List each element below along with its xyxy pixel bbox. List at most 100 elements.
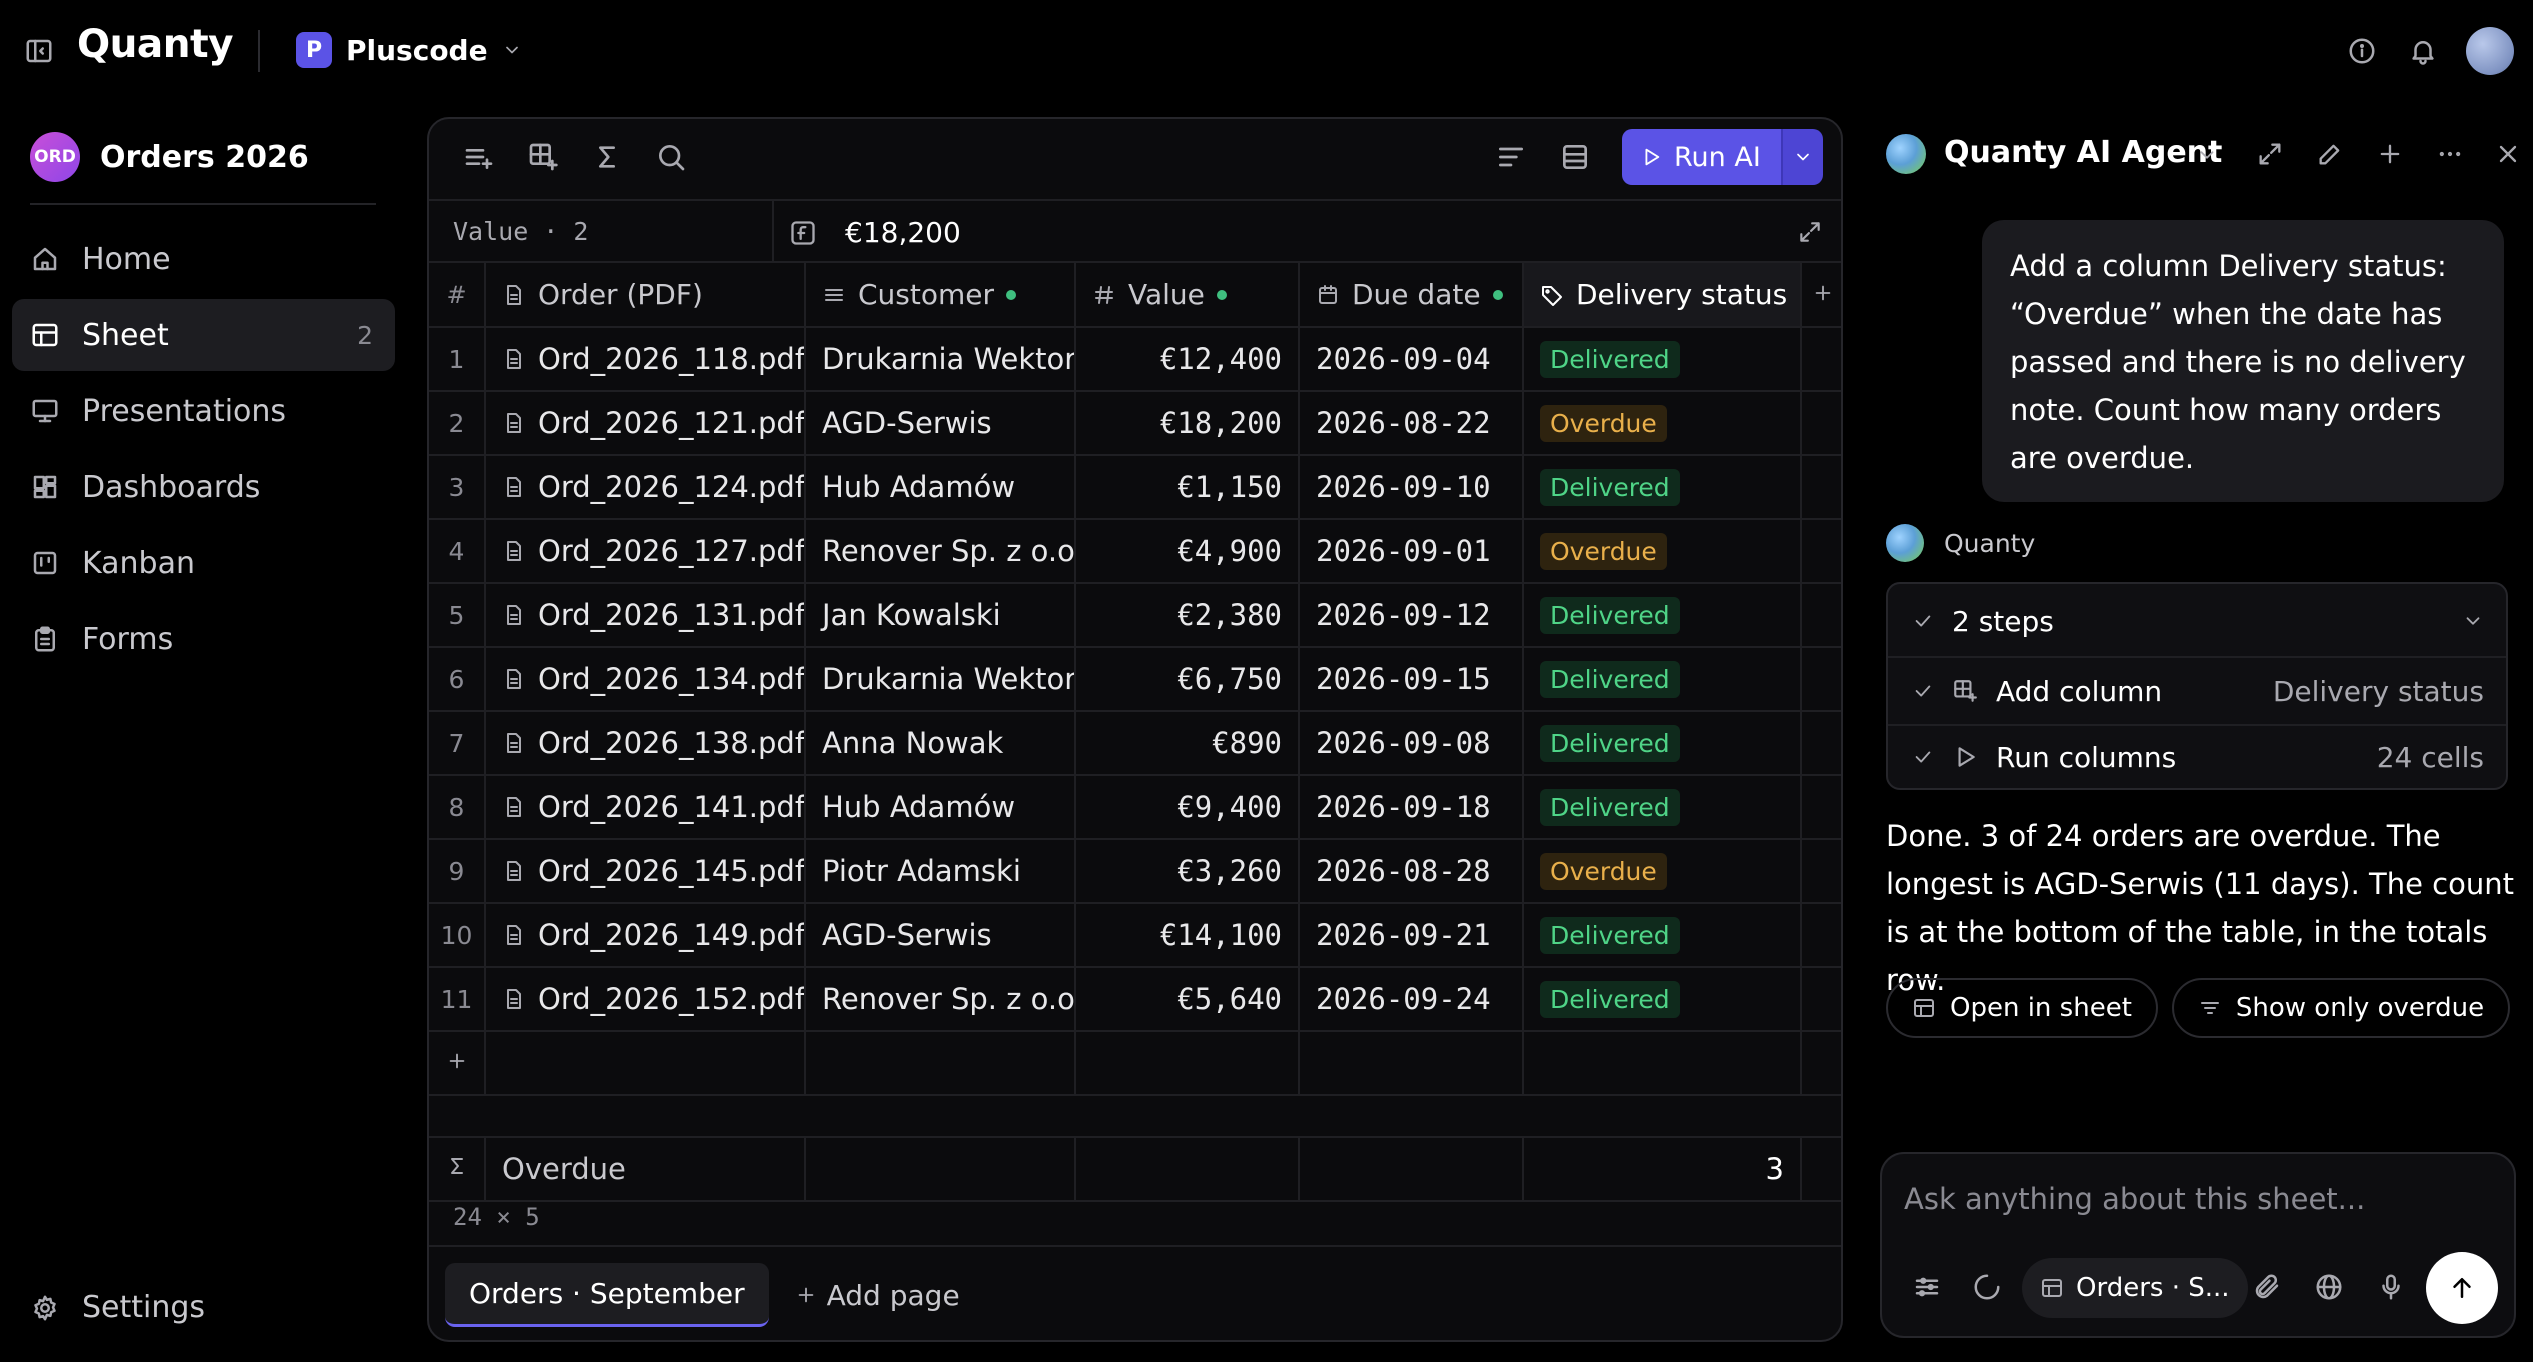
sidebar-toggle-icon[interactable] xyxy=(24,36,54,66)
customer-cell[interactable]: Anna Nowak xyxy=(805,711,1076,776)
table-row[interactable]: 8 Ord_2026_141.pdf Hub Adamów €9,400 2026-09… xyxy=(429,775,1841,840)
tab-orders-september[interactable]: Orders · September xyxy=(445,1263,769,1327)
column-header-customer[interactable]: Customer xyxy=(805,263,1076,328)
order-cell[interactable]: Ord_2026_138.pdf xyxy=(485,711,806,776)
table-row[interactable]: 3 Ord_2026_124.pdf Hub Adamów €1,150 2026-09… xyxy=(429,455,1841,520)
table-row[interactable]: 9 Ord_2026_145.pdf Piotr Adamski €3,260 2026… xyxy=(429,839,1841,904)
run-ai-button[interactable]: Run AI xyxy=(1622,129,1781,185)
sidebar-item-sheet[interactable]: Sheet 2 xyxy=(12,299,395,371)
globe-icon[interactable] xyxy=(2314,1272,2344,1302)
customer-cell[interactable]: Renover Sp. z o.o. xyxy=(805,967,1076,1032)
context-chip[interactable]: Orders · S... xyxy=(2022,1258,2248,1318)
add-row[interactable] xyxy=(429,1031,1841,1096)
customer-cell[interactable]: Hub Adamów xyxy=(805,775,1076,840)
agent-title[interactable]: Quanty AI Agent xyxy=(1944,135,2222,170)
send-button[interactable] xyxy=(2426,1252,2498,1324)
project-header[interactable]: ORD Orders 2026 xyxy=(30,132,309,182)
due-date-cell[interactable]: 2026-09-24 xyxy=(1299,967,1524,1032)
due-date-cell[interactable]: 2026-09-01 xyxy=(1299,519,1524,584)
add-column-button[interactable] xyxy=(1801,263,1841,328)
value-cell[interactable]: €9,400 xyxy=(1075,775,1300,840)
column-header-due-date[interactable]: Due date xyxy=(1299,263,1524,328)
delivery-status-cell[interactable]: Delivered xyxy=(1523,327,1802,392)
value-cell[interactable]: €14,100 xyxy=(1075,903,1300,968)
show-only-overdue-button[interactable]: Show only overdue xyxy=(2171,978,2511,1038)
sigma-icon[interactable] xyxy=(591,141,623,173)
table-row[interactable]: 5 Ord_2026_131.pdf Jan Kowalski €2,380 2026-… xyxy=(429,583,1841,648)
sidebar-item-home[interactable]: Home xyxy=(12,223,395,295)
workspace-switcher[interactable]: P Pluscode xyxy=(296,32,522,68)
layout-icon[interactable] xyxy=(1559,141,1591,173)
paperclip-icon[interactable] xyxy=(2252,1272,2282,1302)
order-cell[interactable]: Ord_2026_149.pdf xyxy=(485,903,806,968)
add-row-icon[interactable] xyxy=(463,141,495,173)
order-cell[interactable]: Ord_2026_121.pdf xyxy=(485,391,806,456)
sort-icon[interactable] xyxy=(1495,141,1527,173)
steps-summary[interactable]: 2 steps xyxy=(1888,588,2506,654)
order-cell[interactable]: Ord_2026_134.pdf xyxy=(485,647,806,712)
customer-cell[interactable]: AGD-Serwis xyxy=(805,903,1076,968)
due-date-cell[interactable]: 2026-09-15 xyxy=(1299,647,1524,712)
delivery-status-cell[interactable]: Delivered xyxy=(1523,775,1802,840)
value-cell[interactable]: €18,200 xyxy=(1075,391,1300,456)
sidebar-item-kanban[interactable]: Kanban xyxy=(12,527,395,599)
formula-value[interactable]: €18,200 xyxy=(845,216,961,249)
sidebar-item-dashboards[interactable]: Dashboards xyxy=(12,451,395,523)
delivery-status-cell[interactable]: Overdue xyxy=(1523,839,1802,904)
open-in-sheet-button[interactable]: Open in sheet xyxy=(1886,978,2158,1038)
order-cell[interactable]: Ord_2026_124.pdf xyxy=(485,455,806,520)
order-cell[interactable]: Ord_2026_145.pdf xyxy=(485,839,806,904)
edit-icon[interactable] xyxy=(2316,140,2344,168)
sidebar-item-presentations[interactable]: Presentations xyxy=(12,375,395,447)
chevron-down-icon[interactable] xyxy=(2196,144,2218,166)
table-row[interactable]: 2 Ord_2026_121.pdf AGD-Serwis €18,200 2026-0… xyxy=(429,391,1841,456)
due-date-cell[interactable]: 2026-08-28 xyxy=(1299,839,1524,904)
value-cell[interactable]: €12,400 xyxy=(1075,327,1300,392)
value-cell[interactable]: €5,640 xyxy=(1075,967,1300,1032)
due-date-cell[interactable]: 2026-09-18 xyxy=(1299,775,1524,840)
due-date-cell[interactable]: 2026-09-10 xyxy=(1299,455,1524,520)
delivery-status-cell[interactable]: Delivered xyxy=(1523,903,1802,968)
user-avatar[interactable] xyxy=(2466,27,2514,75)
plus-icon[interactable] xyxy=(2376,140,2404,168)
table-row[interactable]: 4 Ord_2026_127.pdf Renover Sp. z o.o. €4,90… xyxy=(429,519,1841,584)
customer-cell[interactable]: Piotr Adamski xyxy=(805,839,1076,904)
value-cell[interactable]: €3,260 xyxy=(1075,839,1300,904)
due-date-cell[interactable]: 2026-09-21 xyxy=(1299,903,1524,968)
table-row[interactable]: 1 Ord_2026_118.pdf Drukarnia Wektor €12,400… xyxy=(429,327,1841,392)
column-header-value[interactable]: Value xyxy=(1075,263,1300,328)
delivery-status-cell[interactable]: Delivered xyxy=(1523,711,1802,776)
bell-icon[interactable] xyxy=(2408,36,2438,66)
add-column-icon[interactable] xyxy=(527,141,559,173)
sliders-icon[interactable] xyxy=(1912,1272,1942,1302)
add-page-button[interactable]: Add page xyxy=(795,1279,960,1312)
expand-icon[interactable] xyxy=(1797,219,1823,245)
order-cell[interactable]: Ord_2026_118.pdf xyxy=(485,327,806,392)
value-cell[interactable]: €4,900 xyxy=(1075,519,1300,584)
sidebar-item-forms[interactable]: Forms xyxy=(12,603,395,675)
delivery-status-cell[interactable]: Overdue xyxy=(1523,519,1802,584)
run-ai-dropdown[interactable] xyxy=(1780,129,1823,185)
delivery-status-cell[interactable]: Overdue xyxy=(1523,391,1802,456)
table-row[interactable]: 7 Ord_2026_138.pdf Anna Nowak €890 2026-09-0… xyxy=(429,711,1841,776)
order-cell[interactable]: Ord_2026_141.pdf xyxy=(485,775,806,840)
table-row[interactable]: 11 Ord_2026_152.pdf Renover Sp. z o.o. €5,6… xyxy=(429,967,1841,1032)
table-row[interactable]: 6 Ord_2026_134.pdf Drukarnia Wektor €6,750 2… xyxy=(429,647,1841,712)
due-date-cell[interactable]: 2026-09-04 xyxy=(1299,327,1524,392)
table-row[interactable]: 10 Ord_2026_149.pdf AGD-Serwis €14,100 2026-… xyxy=(429,903,1841,968)
delivery-status-cell[interactable]: Delivered xyxy=(1523,967,1802,1032)
search-icon[interactable] xyxy=(655,141,687,173)
column-header-delivery-status[interactable]: Delivery status xyxy=(1523,263,1802,328)
microphone-icon[interactable] xyxy=(2376,1272,2406,1302)
totals-value[interactable]: 3 xyxy=(1523,1137,1802,1202)
order-cell[interactable]: Ord_2026_127.pdf xyxy=(485,519,806,584)
customer-cell[interactable]: Drukarnia Wektor xyxy=(805,327,1076,392)
delivery-status-cell[interactable]: Delivered xyxy=(1523,583,1802,648)
due-date-cell[interactable]: 2026-08-22 xyxy=(1299,391,1524,456)
value-cell[interactable]: €890 xyxy=(1075,711,1300,776)
value-cell[interactable]: €6,750 xyxy=(1075,647,1300,712)
more-icon[interactable] xyxy=(2436,140,2464,168)
settings-link[interactable]: Settings xyxy=(30,1290,205,1325)
add-row-button[interactable] xyxy=(429,1031,486,1096)
customer-cell[interactable]: AGD-Serwis xyxy=(805,391,1076,456)
